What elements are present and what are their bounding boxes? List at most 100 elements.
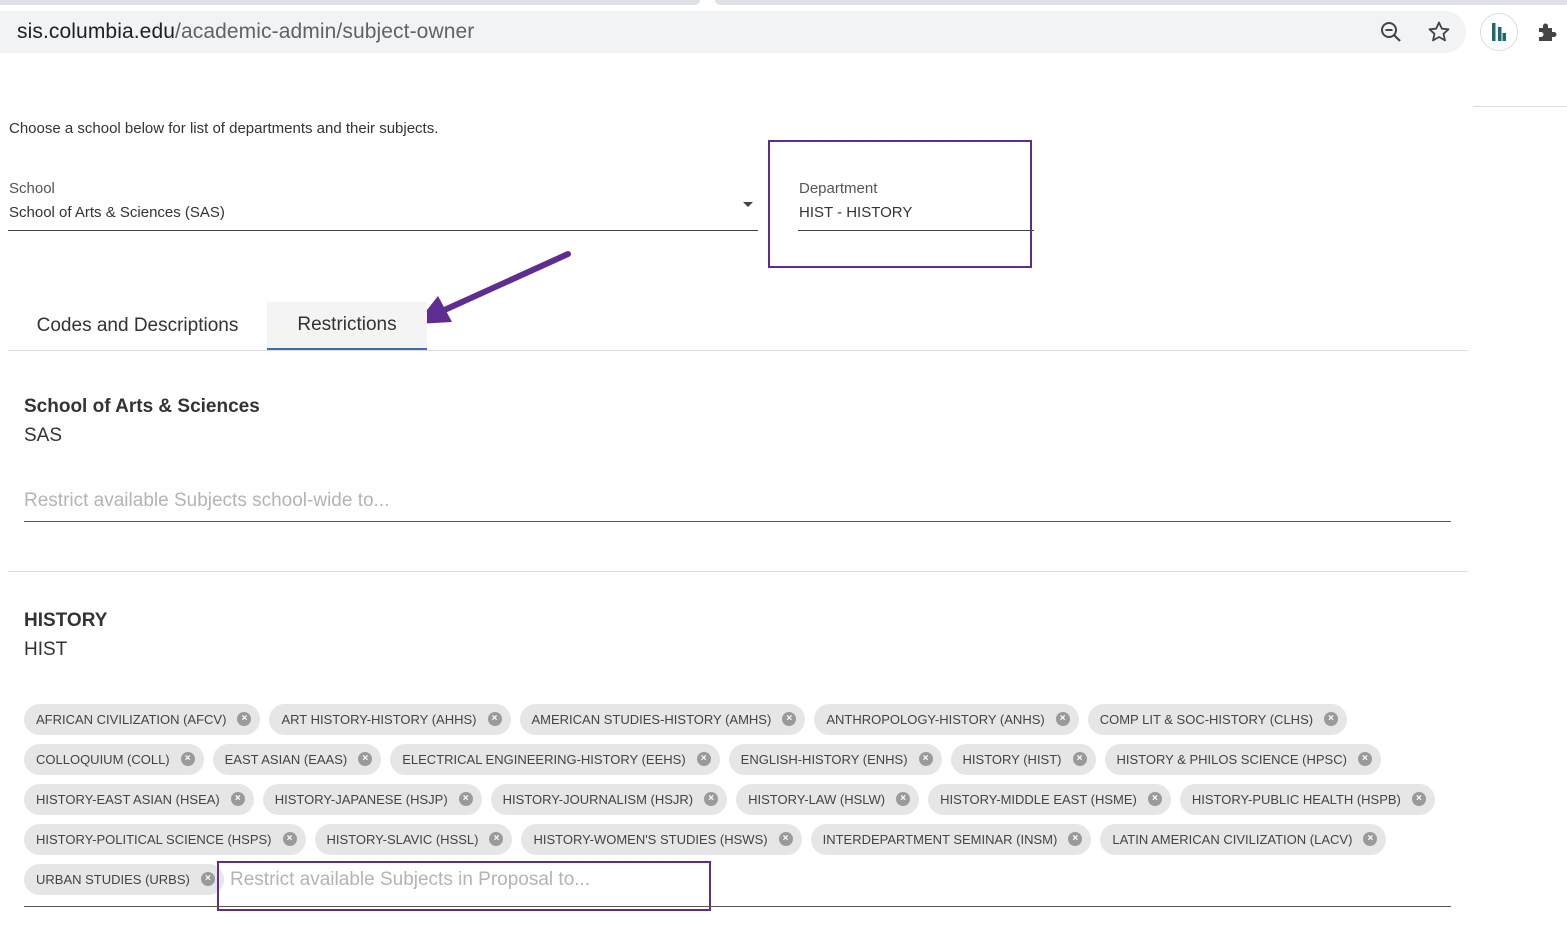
- school-restrict-input-underline: [24, 521, 1451, 522]
- subject-chip: INTERDEPARTMENT SEMINAR (INSM) ×: [810, 823, 1092, 855]
- department-section-title: HISTORY: [24, 610, 108, 631]
- school-restrict-input[interactable]: Restrict available Subjects school-wide …: [24, 490, 389, 512]
- subject-chip: HISTORY-JOURNALISM (HSJR) ×: [490, 783, 728, 815]
- annotation-highlight-box: [217, 861, 711, 911]
- remove-chip-icon[interactable]: ×: [1055, 712, 1070, 726]
- remove-chip-icon[interactable]: ×: [1411, 792, 1426, 806]
- remove-chip-icon[interactable]: ×: [782, 712, 797, 726]
- subject-chip-label: LATIN AMERICAN CIVILIZATION (LACV): [1112, 831, 1353, 847]
- remove-chip-icon[interactable]: ×: [458, 792, 473, 806]
- chip-row: HISTORY-EAST ASIAN (HSEA) × HISTORY-JAPANE…: [24, 779, 1444, 819]
- tab-restrictions[interactable]: Restrictions: [267, 302, 427, 350]
- tab-codes-and-descriptions[interactable]: Codes and Descriptions: [8, 302, 267, 350]
- chip-row: AFRICAN CIVILIZATION (AFCV) × ART HISTORY-…: [24, 699, 1444, 739]
- subject-chip: HISTORY-WOMEN'S STUDIES (HSWS) ×: [521, 823, 802, 855]
- remove-chip-icon[interactable]: ×: [180, 752, 195, 766]
- intro-text: Choose a school below for list of depart…: [9, 120, 439, 137]
- subject-chip-label: HISTORY-SLAVIC (HSSL): [326, 831, 479, 847]
- subject-chip: AFRICAN CIVILIZATION (AFCV) ×: [24, 703, 261, 735]
- subject-chip: HISTORY-LAW (HSLW) ×: [736, 783, 920, 815]
- subject-chip-label: HISTORY & PHILOS SCIENCE (HPSC): [1116, 751, 1347, 767]
- remove-chip-icon[interactable]: ×: [489, 832, 504, 846]
- school-select-underline: [8, 230, 758, 231]
- url-host: sis.columbia.edu: [17, 20, 176, 43]
- remove-chip-icon[interactable]: ×: [1363, 832, 1378, 846]
- bookmark-star-icon[interactable]: [1425, 18, 1453, 46]
- subject-chip: HISTORY-MIDDLE EAST (HSME) ×: [928, 783, 1171, 815]
- subject-chip-label: ANTHROPOLOGY-HISTORY (ANHS): [826, 711, 1045, 727]
- school-section-code: SAS: [24, 425, 63, 446]
- remove-chip-icon[interactable]: ×: [237, 712, 252, 726]
- subject-chip-label: HISTORY (HIST): [962, 751, 1062, 767]
- subject-chip-label: HISTORY-WOMEN'S STUDIES (HSWS): [533, 831, 768, 847]
- browser-tab[interactable]: [715, 0, 1567, 5]
- remove-chip-icon[interactable]: ×: [1068, 832, 1083, 846]
- subject-chip: ANTHROPOLOGY-HISTORY (ANHS) ×: [814, 703, 1079, 735]
- subject-chip: HISTORY & PHILOS SCIENCE (HPSC) ×: [1104, 743, 1381, 775]
- subject-chip: ART HISTORY-HISTORY (AHHS) ×: [269, 703, 511, 735]
- subject-chip-label: HISTORY-LAW (HSLW): [748, 791, 886, 807]
- school-label: School: [9, 180, 55, 197]
- remove-chip-icon[interactable]: ×: [1072, 752, 1087, 766]
- school-section-title: School of Arts & Sciences: [24, 396, 260, 417]
- subject-chip: COMP LIT & SOC-HISTORY (CLHS) ×: [1087, 703, 1348, 735]
- remove-chip-icon[interactable]: ×: [487, 712, 502, 726]
- subject-chip-label: ENGLISH-HISTORY (ENHS): [740, 751, 908, 767]
- annotation-arrow-icon: [416, 251, 571, 324]
- department-section-code: HIST: [24, 639, 68, 660]
- extensions-puzzle-icon[interactable]: [1528, 13, 1566, 51]
- proposal-restrict-input-underline: [24, 906, 1451, 907]
- subject-chip: HISTORY-PUBLIC HEALTH (HSPB) ×: [1179, 783, 1435, 815]
- chip-row: HISTORY-POLITICAL SCIENCE (HSPS) × HISTORY…: [24, 819, 1444, 859]
- subject-chip: ELECTRICAL ENGINEERING-HISTORY (EEHS) ×: [390, 743, 720, 775]
- url-text[interactable]: sis.columbia.edu/academic-admin/subject-…: [17, 20, 474, 44]
- subject-chip-label: COLLOQUIUM (COLL): [36, 751, 170, 767]
- subject-chip: HISTORY-POLITICAL SCIENCE (HSPS) ×: [24, 823, 306, 855]
- subject-chip: AMERICAN STUDIES-HISTORY (AMHS) ×: [519, 703, 806, 735]
- remove-chip-icon[interactable]: ×: [1357, 752, 1372, 766]
- url-path: /academic-admin/subject-owner: [175, 20, 475, 43]
- subject-chip-label: AFRICAN CIVILIZATION (AFCV): [36, 711, 227, 727]
- school-select[interactable]: School of Arts & Sciences (SAS): [9, 204, 225, 221]
- annotation-highlight-box: [768, 140, 1032, 268]
- chip-row: COLLOQUIUM (COLL) × EAST ASIAN (EAAS) × ELEC…: [24, 739, 1444, 779]
- subject-chip: HISTORY-SLAVIC (HSSL) ×: [314, 823, 513, 855]
- subject-chip-label: HISTORY-PUBLIC HEALTH (HSPB): [1191, 791, 1401, 807]
- remove-chip-icon[interactable]: ×: [896, 792, 911, 806]
- subject-chip: ENGLISH-HISTORY (ENHS) ×: [728, 743, 942, 775]
- subject-chip: EAST ASIAN (EAAS) ×: [212, 743, 382, 775]
- chevron-down-icon[interactable]: [743, 202, 753, 207]
- remove-chip-icon[interactable]: ×: [230, 792, 245, 806]
- extension-app-icon[interactable]: [1480, 13, 1518, 51]
- subject-chip-label: EAST ASIAN (EAAS): [224, 751, 348, 767]
- subject-chip-label: INTERDEPARTMENT SEMINAR (INSM): [822, 831, 1058, 847]
- tabs-divider: [8, 350, 1468, 351]
- subject-chip-label: HISTORY-JAPANESE (HSJP): [274, 791, 448, 807]
- subject-chip: COLLOQUIUM (COLL) ×: [24, 743, 204, 775]
- subject-chip-label: HISTORY-MIDDLE EAST (HSME): [940, 791, 1137, 807]
- zoom-icon[interactable]: [1377, 18, 1405, 46]
- remove-chip-icon[interactable]: ×: [1147, 792, 1162, 806]
- section-divider: [8, 571, 1468, 572]
- remove-chip-icon[interactable]: ×: [696, 752, 711, 766]
- subject-chip: HISTORY (HIST) ×: [950, 743, 1096, 775]
- subject-chip-label: ART HISTORY-HISTORY (AHHS): [281, 711, 477, 727]
- remove-chip-icon[interactable]: ×: [358, 752, 373, 766]
- subject-chip-label: HISTORY-POLITICAL SCIENCE (HSPS): [36, 831, 272, 847]
- browser-tab[interactable]: [0, 0, 700, 5]
- subject-chip: HISTORY-JAPANESE (HSJP) ×: [262, 783, 482, 815]
- subject-chip-label: AMERICAN STUDIES-HISTORY (AMHS): [531, 711, 772, 727]
- remove-chip-icon[interactable]: ×: [918, 752, 933, 766]
- subject-chip: HISTORY-EAST ASIAN (HSEA) ×: [24, 783, 254, 815]
- remove-chip-icon[interactable]: ×: [704, 792, 719, 806]
- subject-chip-label: HISTORY-EAST ASIAN (HSEA): [36, 791, 220, 807]
- subject-chip: LATIN AMERICAN CIVILIZATION (LACV) ×: [1100, 823, 1387, 855]
- subject-chip-label: ELECTRICAL ENGINEERING-HISTORY (EEHS): [402, 751, 686, 767]
- subject-chip-label: HISTORY-JOURNALISM (HSJR): [502, 791, 694, 807]
- remove-chip-icon[interactable]: ×: [200, 872, 215, 886]
- subject-chip-label: COMP LIT & SOC-HISTORY (CLHS): [1099, 711, 1314, 727]
- subject-chip: URBAN STUDIES (URBS) ×: [24, 863, 224, 895]
- remove-chip-icon[interactable]: ×: [778, 832, 793, 846]
- remove-chip-icon[interactable]: ×: [1324, 712, 1339, 726]
- remove-chip-icon[interactable]: ×: [282, 832, 297, 846]
